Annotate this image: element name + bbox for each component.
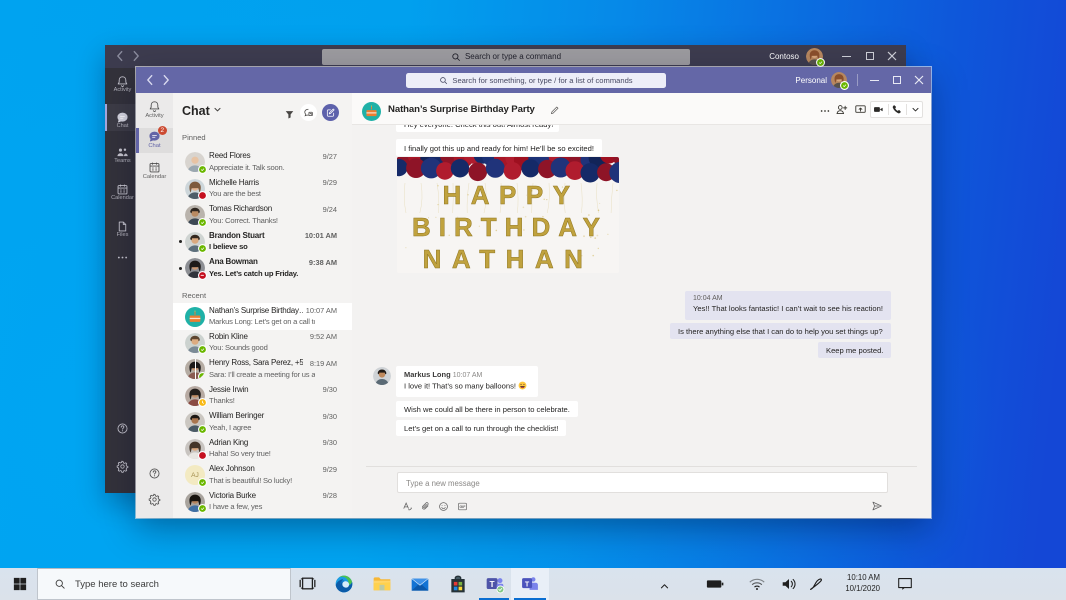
svg-text:BIRTHDAY: BIRTHDAY: [412, 212, 608, 242]
svg-text:HAPPY: HAPPY: [442, 180, 579, 210]
svg-text:T: T: [525, 580, 530, 588]
svg-text:T: T: [490, 579, 495, 589]
svg-text:NATHAN: NATHAN: [423, 244, 594, 273]
svg-text:GIF: GIF: [459, 505, 466, 509]
